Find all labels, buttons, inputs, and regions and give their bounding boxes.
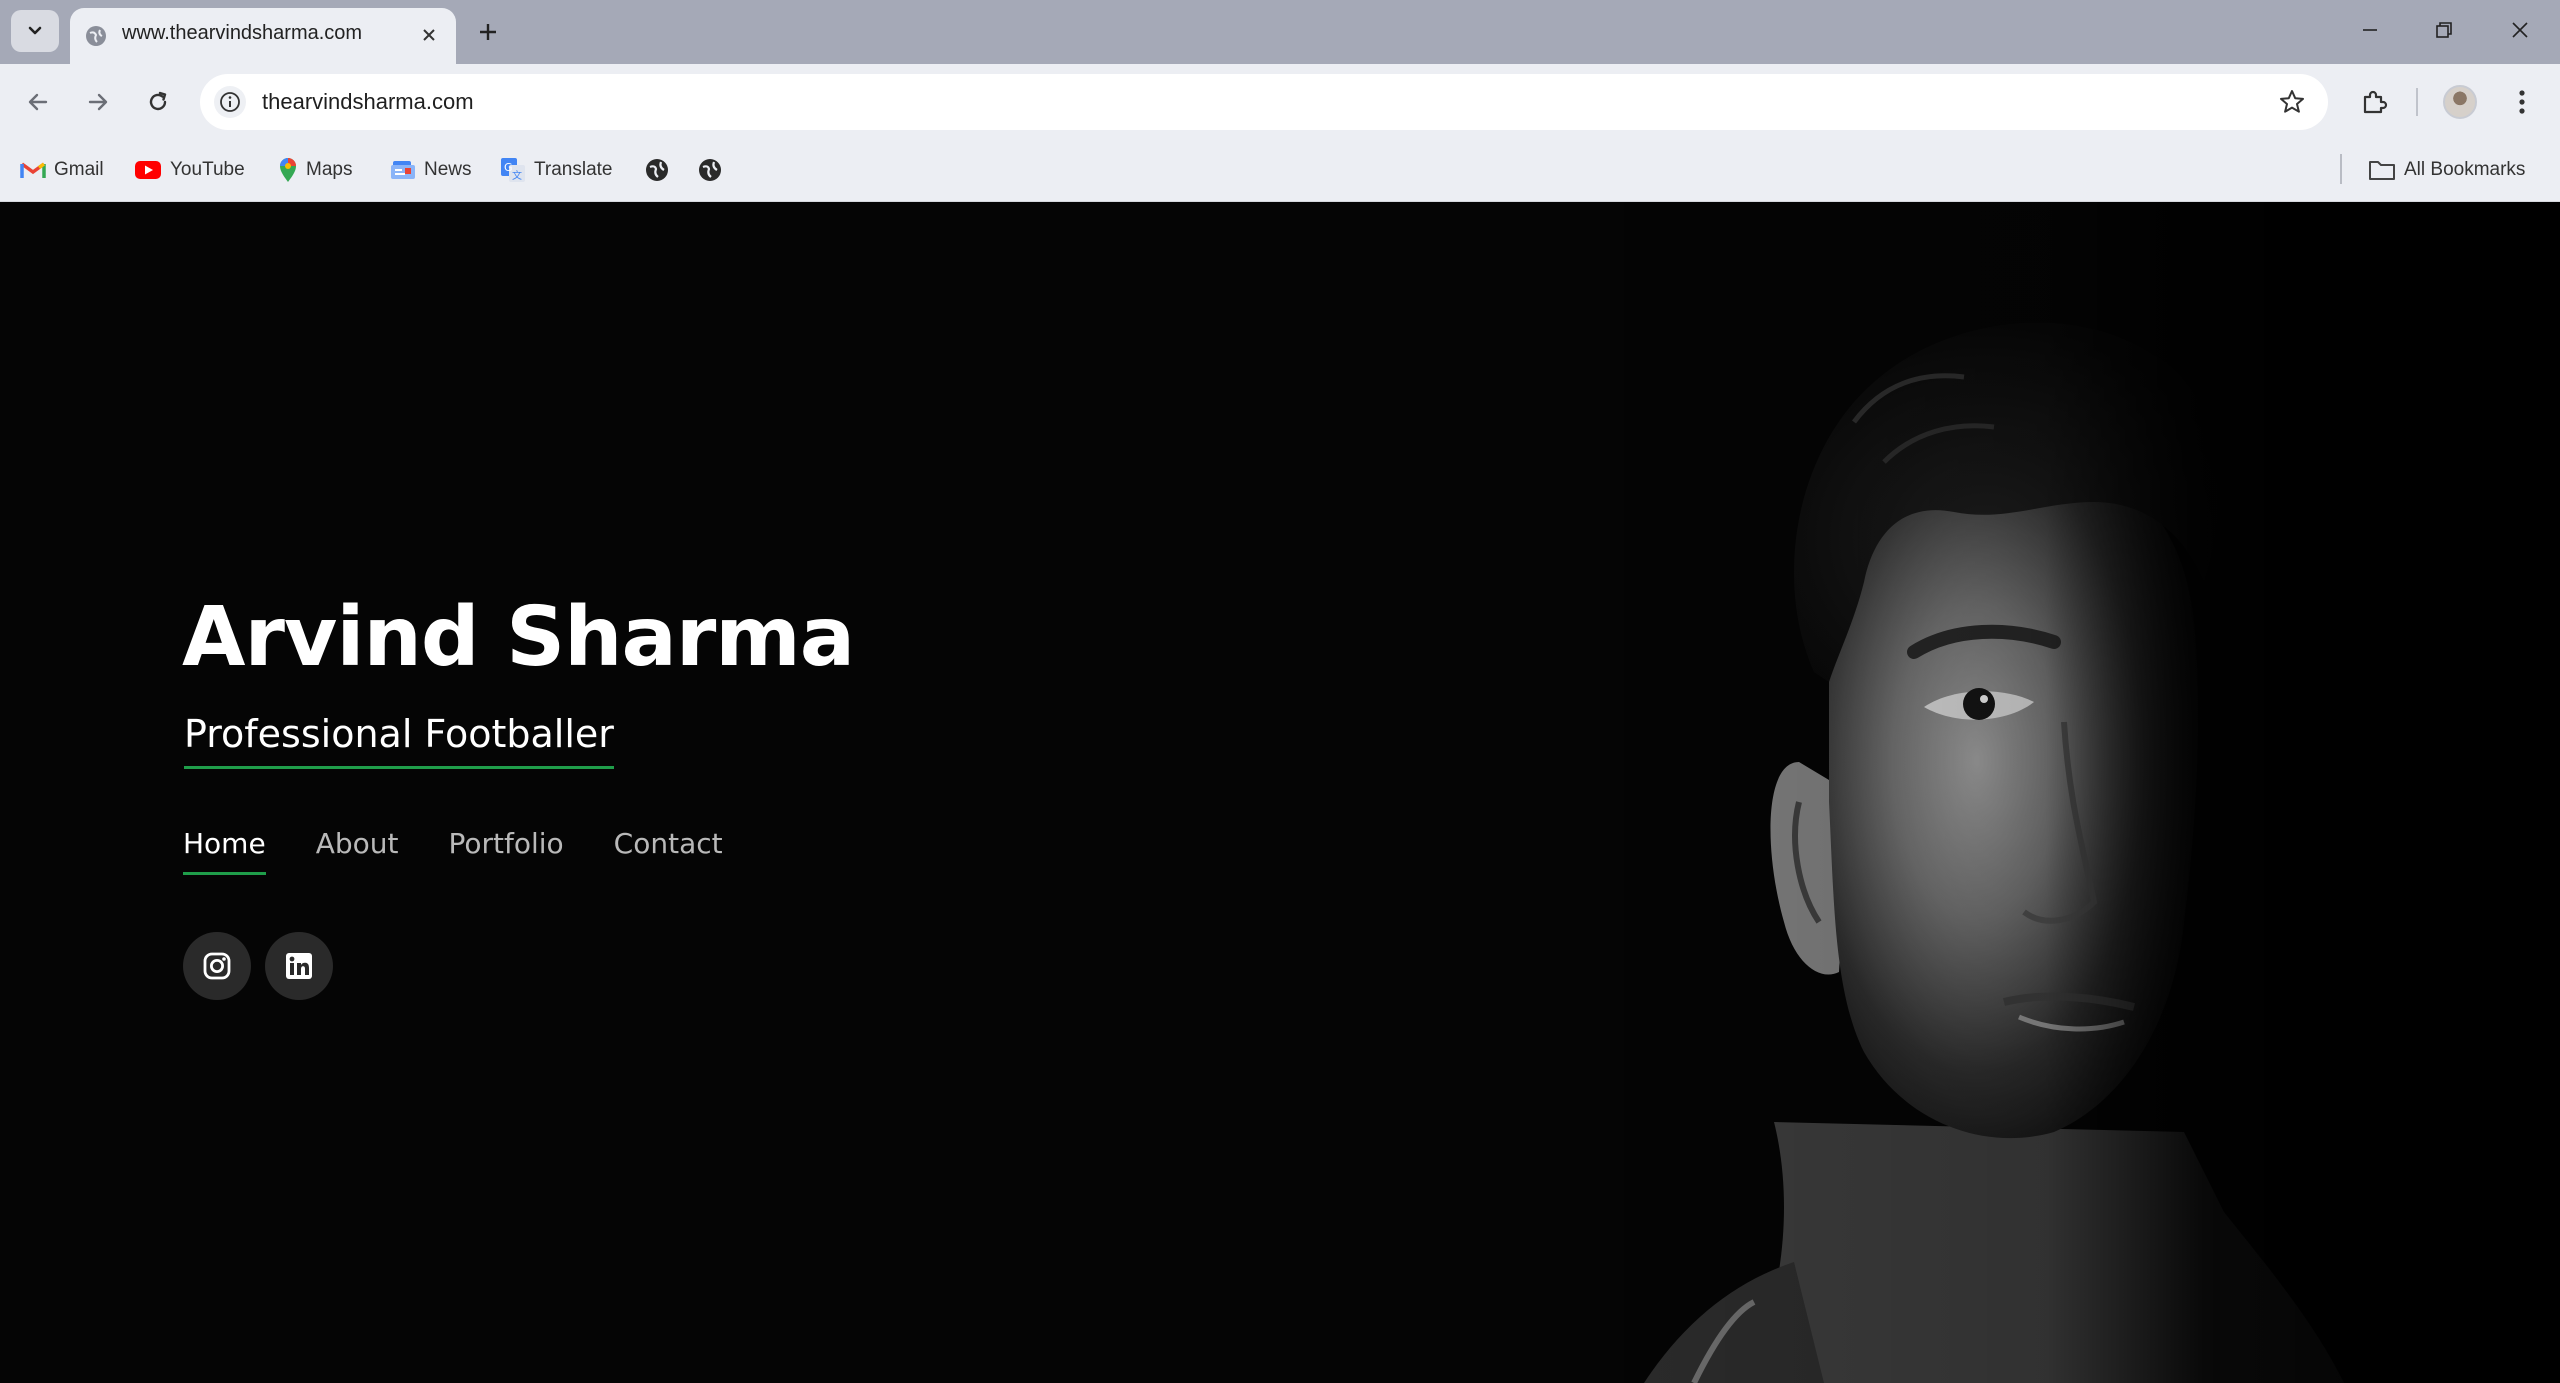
- puzzle-icon: [2363, 90, 2388, 114]
- bookmark-label: Gmail: [54, 159, 104, 180]
- bookmark-maps[interactable]: Maps: [278, 154, 352, 186]
- nav-contact[interactable]: Contact: [614, 827, 723, 875]
- new-tab-button[interactable]: [470, 14, 506, 50]
- browser-menu-button[interactable]: [2504, 84, 2540, 120]
- globe-icon: [699, 159, 721, 181]
- gmail-icon: [20, 162, 46, 178]
- toolbar-divider: [2416, 88, 2418, 116]
- tab-search-button[interactable]: [11, 10, 59, 52]
- restore-icon: [2436, 22, 2452, 38]
- url-text: thearvindsharma.com: [262, 89, 474, 114]
- bookmark-gmail[interactable]: Gmail: [20, 154, 104, 186]
- bookmarks-bar: Gmail YouTube Maps News G文 Translate All…: [0, 140, 2560, 202]
- forward-button[interactable]: [80, 84, 116, 120]
- youtube-icon: [135, 161, 161, 179]
- instagram-icon: [203, 952, 231, 980]
- tab-title: www.thearvindsharma.com: [122, 22, 363, 44]
- globe-icon: [86, 26, 106, 46]
- info-icon: [220, 92, 240, 112]
- browser-tab[interactable]: www.thearvindsharma.com: [70, 8, 456, 64]
- bookmark-label: Maps: [306, 159, 353, 180]
- maps-icon: [280, 158, 296, 182]
- hero-role: Professional Footballer: [184, 712, 614, 769]
- linkedin-icon: [286, 953, 312, 979]
- back-button[interactable]: [20, 84, 56, 120]
- arrow-left-icon: [28, 93, 48, 111]
- instagram-link[interactable]: [183, 932, 251, 1000]
- bookmarks-divider: [2340, 154, 2342, 184]
- nav-home[interactable]: Home: [183, 827, 266, 875]
- bookmark-globe-2[interactable]: [697, 154, 731, 186]
- close-icon: [423, 29, 435, 41]
- news-icon: [391, 161, 415, 179]
- web-page: Arvind Sharma Professional Footballer Ho…: [0, 202, 2560, 1383]
- translate-icon: G文: [501, 158, 525, 182]
- all-bookmarks-label: All Bookmarks: [2404, 159, 2526, 180]
- bookmark-youtube[interactable]: YouTube: [134, 154, 245, 186]
- main-nav: Home About Portfolio Contact: [183, 827, 723, 875]
- bookmark-translate[interactable]: G文 Translate: [500, 154, 613, 186]
- more-vertical-icon: [2519, 90, 2525, 114]
- reload-button[interactable]: [140, 84, 176, 120]
- bookmark-label: YouTube: [170, 159, 245, 180]
- site-info-button[interactable]: [214, 86, 246, 118]
- all-bookmarks-button[interactable]: All Bookmarks: [2368, 154, 2525, 186]
- bookmark-label: News: [424, 159, 472, 180]
- portrait-photo: [1624, 202, 2560, 1383]
- globe-icon: [646, 159, 668, 181]
- browser-toolbar: thearvindsharma.com: [0, 64, 2560, 140]
- minimize-icon: [2363, 29, 2377, 31]
- svg-text:文: 文: [512, 169, 522, 182]
- linkedin-link[interactable]: [265, 932, 333, 1000]
- hero-name: Arvind Sharma: [182, 590, 855, 685]
- close-window-button[interactable]: [2492, 10, 2548, 50]
- bookmark-star-icon[interactable]: [2278, 88, 2306, 116]
- nav-portfolio[interactable]: Portfolio: [448, 827, 563, 875]
- minimize-button[interactable]: [2342, 10, 2398, 50]
- reload-icon: [149, 91, 167, 111]
- bookmark-news[interactable]: News: [390, 154, 472, 186]
- close-icon: [2512, 22, 2528, 38]
- plus-icon: [480, 24, 496, 40]
- restore-button[interactable]: [2416, 10, 2472, 50]
- profile-avatar[interactable]: [2443, 85, 2477, 119]
- chevron-down-icon: [28, 26, 42, 35]
- close-tab-button[interactable]: [416, 22, 442, 48]
- folder-icon: [2369, 161, 2395, 180]
- bookmark-globe-1[interactable]: [644, 154, 678, 186]
- tab-strip: www.thearvindsharma.com: [0, 0, 2560, 64]
- nav-about[interactable]: About: [316, 827, 399, 875]
- address-bar[interactable]: thearvindsharma.com: [200, 74, 2328, 130]
- bookmark-label: Translate: [534, 159, 613, 180]
- extensions-button[interactable]: [2356, 84, 2392, 120]
- arrow-right-icon: [88, 93, 108, 111]
